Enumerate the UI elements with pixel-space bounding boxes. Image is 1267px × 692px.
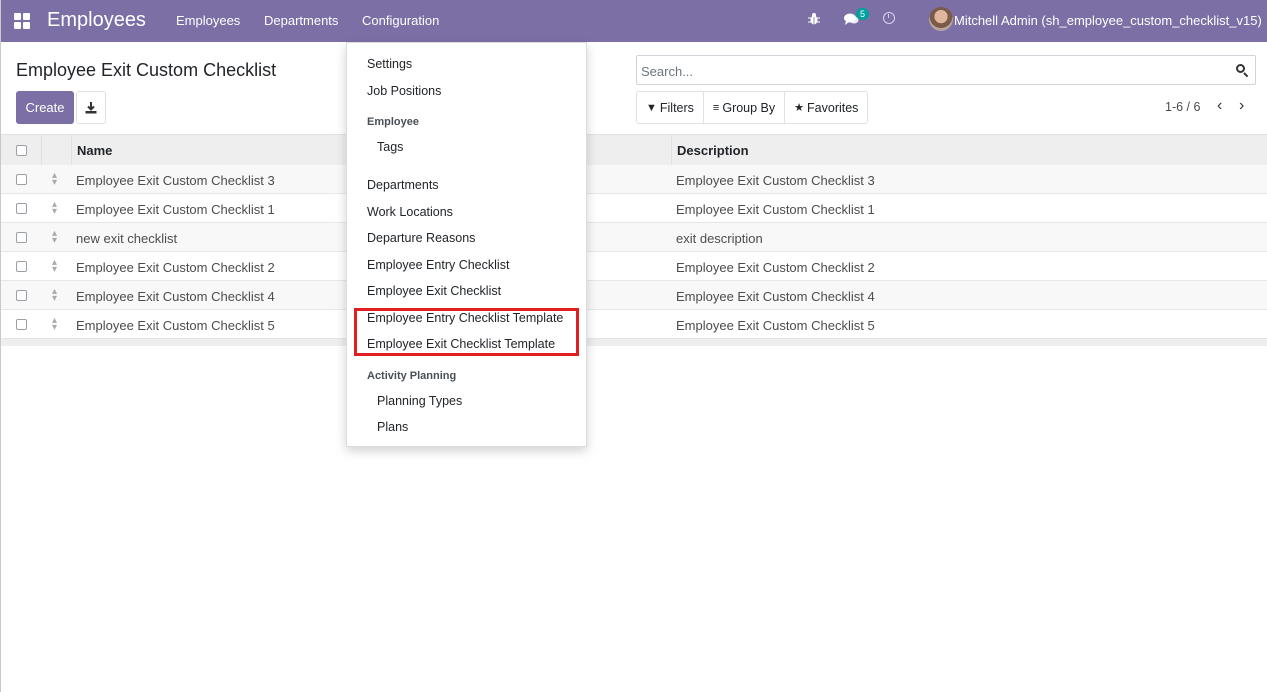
row-checkbox[interactable] (16, 174, 27, 185)
menu-item-plans[interactable]: Plans (377, 420, 408, 434)
nav-menu-departments[interactable]: Departments (264, 13, 338, 28)
search-box (636, 55, 1256, 85)
group-by-button[interactable]: ≡ Group By (704, 92, 786, 123)
menu-item-job-positions[interactable]: Job Positions (367, 84, 441, 98)
column-separator (41, 135, 42, 165)
menu-section-activity-planning: Activity Planning (367, 370, 457, 382)
filters-label: Filters (659, 100, 694, 115)
list-view-table: Name Description ▴ ▾ Employee Exit Custom… (1, 134, 1267, 346)
row-checkbox[interactable] (16, 290, 27, 301)
table-row[interactable]: ▴ ▾ Employee Exit Custom Checklist 3 Empl… (1, 165, 1267, 194)
drag-handle-icon[interactable]: ▴ ▾ (52, 316, 57, 333)
column-separator (71, 135, 72, 165)
drag-handle-icon[interactable]: ▴ ▾ (52, 229, 57, 246)
configuration-dropdown: Settings Job Positions Employee Tags Dep… (346, 42, 587, 447)
cell-name: Employee Exit Custom Checklist 4 (76, 289, 275, 304)
bars-icon: ≡ (712, 101, 720, 114)
menu-item-departure-reasons[interactable]: Departure Reasons (367, 231, 475, 245)
menu-item-work-locations[interactable]: Work Locations (367, 205, 453, 219)
row-checkbox[interactable] (16, 232, 27, 243)
group-by-label: Group By (722, 100, 776, 115)
apps-menu-icon[interactable] (14, 13, 30, 29)
filters-button[interactable]: ▼ Filters (637, 92, 704, 123)
app-brand[interactable]: Employees (47, 9, 146, 32)
row-checkbox[interactable] (16, 319, 27, 330)
table-row[interactable]: ▴ ▾ Employee Exit Custom Checklist 5 Empl… (1, 310, 1267, 339)
export-button[interactable] (76, 91, 106, 124)
menu-item-exit-checklist[interactable]: Employee Exit Checklist (367, 284, 501, 298)
drag-handle-icon[interactable]: ▴ ▾ (52, 200, 57, 217)
table-row[interactable]: ▴ ▾ new exit checklist exit description (1, 223, 1267, 252)
row-checkbox[interactable] (16, 261, 27, 272)
nav-menu-configuration[interactable]: Configuration (362, 13, 439, 28)
cell-description: Employee Exit Custom Checklist 2 (676, 260, 875, 275)
user-menu[interactable]: Mitchell Admin (sh_employee_custom_check… (954, 13, 1262, 28)
menu-item-entry-checklist[interactable]: Employee Entry Checklist (367, 258, 509, 272)
bug-icon[interactable] (808, 12, 820, 29)
chat-counter-badge: 5 (856, 8, 870, 20)
column-header-description[interactable]: Description (677, 143, 749, 158)
menu-item-planning-types[interactable]: Planning Types (377, 394, 462, 408)
search-input[interactable] (641, 60, 1221, 82)
page-title: Employee Exit Custom Checklist (16, 60, 277, 80)
drag-handle-icon[interactable]: ▴ ▾ (52, 258, 57, 275)
cell-description: Employee Exit Custom Checklist 3 (676, 173, 875, 188)
search-options: ▼ Filters ≡ Group By ★ Favorites (636, 91, 869, 124)
favorites-label: Favorites (807, 100, 859, 115)
filter-icon: ▼ (646, 101, 657, 114)
select-all-checkbox[interactable] (16, 145, 27, 156)
create-button[interactable]: Create (16, 91, 74, 124)
cell-description: exit description (676, 231, 763, 246)
top-navbar: Employees Employees Departments Configur… (1, 0, 1267, 42)
column-separator (671, 135, 672, 165)
table-footer (1, 339, 1267, 346)
cell-description: Employee Exit Custom Checklist 4 (676, 289, 875, 304)
menu-item-tags[interactable]: Tags (377, 140, 403, 154)
star-icon: ★ (794, 102, 805, 114)
table-row[interactable]: ▴ ▾ Employee Exit Custom Checklist 4 Empl… (1, 281, 1267, 310)
menu-item-entry-checklist-template[interactable]: Employee Entry Checklist Template (367, 311, 563, 325)
cell-name: Employee Exit Custom Checklist 1 (76, 202, 275, 217)
nav-menu-employees[interactable]: Employees (176, 13, 240, 28)
menu-item-settings[interactable]: Settings (367, 57, 412, 71)
cell-name: Employee Exit Custom Checklist 5 (76, 318, 275, 333)
table-row[interactable]: ▴ ▾ Employee Exit Custom Checklist 2 Empl… (1, 252, 1267, 281)
pager-value[interactable]: 1-6 / 6 (1165, 100, 1200, 114)
cell-name: Employee Exit Custom Checklist 2 (76, 260, 275, 275)
drag-handle-icon[interactable]: ▴ ▾ (52, 287, 57, 304)
menu-item-departments[interactable]: Departments (367, 178, 439, 192)
user-avatar[interactable] (929, 7, 953, 31)
clock-icon[interactable] (883, 12, 895, 24)
column-header-name[interactable]: Name (77, 143, 112, 158)
favorites-button[interactable]: ★ Favorites (785, 92, 867, 123)
cell-description: Employee Exit Custom Checklist 5 (676, 318, 875, 333)
download-icon (85, 101, 97, 113)
menu-item-exit-checklist-template[interactable]: Employee Exit Checklist Template (367, 337, 555, 351)
search-icon[interactable] (1235, 63, 1249, 78)
cell-name: Employee Exit Custom Checklist 3 (76, 173, 275, 188)
row-checkbox[interactable] (16, 203, 27, 214)
table-row[interactable]: ▴ ▾ Employee Exit Custom Checklist 1 Empl… (1, 194, 1267, 223)
cell-name: new exit checklist (76, 231, 178, 246)
cell-description: Employee Exit Custom Checklist 1 (676, 202, 875, 217)
menu-section-employee: Employee (367, 116, 419, 128)
table-header: Name Description (1, 134, 1267, 165)
pager-next-icon[interactable]: › (1239, 98, 1244, 114)
drag-handle-icon[interactable]: ▴ ▾ (52, 171, 57, 188)
pager-previous-icon[interactable]: ‹ (1217, 98, 1222, 114)
